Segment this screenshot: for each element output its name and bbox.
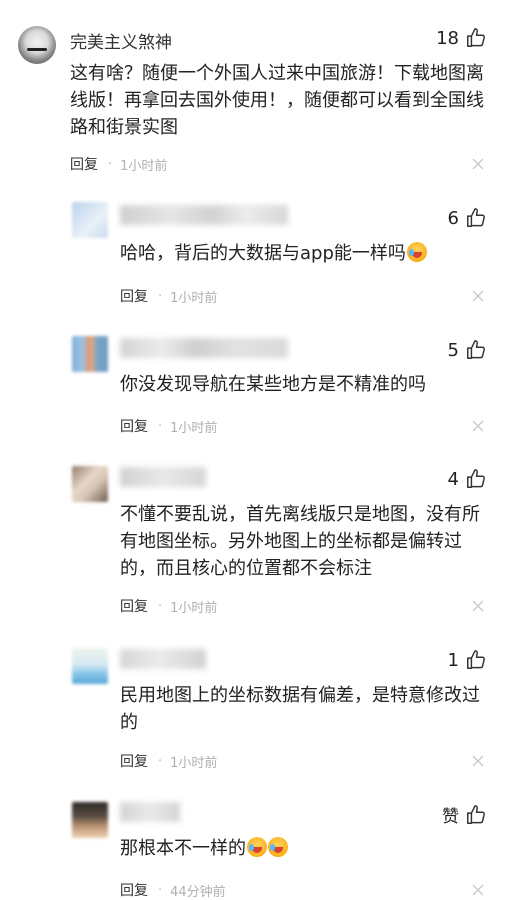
reply-button[interactable]: 回复 [120, 416, 148, 436]
thumbs-up-icon [467, 650, 485, 669]
close-icon[interactable] [472, 884, 484, 896]
thumbs-up-icon [467, 469, 485, 488]
avatar[interactable] [72, 202, 108, 238]
avatar[interactable] [72, 648, 108, 684]
like-label: 赞 [442, 807, 459, 827]
thumbs-up-icon [467, 208, 485, 227]
like-button[interactable]: 6 [448, 207, 487, 229]
avatar[interactable] [72, 336, 108, 372]
like-button[interactable]: 4 [448, 468, 487, 490]
timestamp: 1小时前 [170, 755, 218, 771]
thumbs-up-icon [467, 28, 485, 47]
separator-dot: · [158, 598, 163, 614]
timestamp: 1小时前 [170, 420, 218, 436]
close-icon[interactable] [472, 158, 484, 170]
reply-button[interactable]: 回复 [120, 880, 148, 900]
laughing-tears-emoji [406, 242, 427, 262]
username-blurred[interactable] [120, 205, 288, 225]
reply-button[interactable]: 回复 [120, 286, 148, 306]
separator-dot: · [158, 288, 163, 304]
like-count: 18 [436, 27, 459, 49]
separator-dot: · [158, 418, 163, 434]
username-blurred[interactable] [120, 338, 288, 358]
comment-text: 民用地图上的坐标数据有偏差，是特意修改过的 [120, 685, 480, 733]
timestamp: 1小时前 [170, 290, 218, 306]
thumbs-up-icon [467, 340, 485, 359]
username-blurred[interactable] [120, 467, 206, 487]
like-count: 4 [447, 468, 459, 490]
username[interactable]: 完美主义煞神 [70, 28, 172, 53]
comment-text: 哈哈，背后的大数据与app能一样吗 [120, 240, 490, 267]
like-count: 6 [447, 207, 459, 229]
comment-text: 你没发现导航在某些地方是不精准的吗 [120, 374, 426, 395]
laughing-tears-emoji [247, 837, 267, 857]
like-button[interactable]: 赞 [442, 802, 487, 827]
username-blurred[interactable] [120, 649, 206, 669]
thumbs-up-icon [467, 804, 485, 824]
like-button[interactable]: 1 [448, 649, 487, 671]
avatar[interactable] [18, 26, 56, 64]
username-blurred[interactable] [120, 802, 180, 822]
separator-dot: · [108, 156, 113, 172]
close-icon[interactable] [472, 755, 484, 767]
like-button[interactable]: 5 [448, 339, 487, 361]
close-icon[interactable] [472, 290, 484, 302]
separator-dot: · [158, 882, 163, 898]
timestamp: 1小时前 [120, 158, 168, 174]
avatar[interactable] [72, 466, 108, 502]
laughing-tears-emoji [268, 837, 288, 857]
reply-button[interactable]: 回复 [120, 596, 148, 616]
timestamp: 44分钟前 [170, 884, 226, 900]
avatar[interactable] [72, 802, 108, 838]
comment-text: 不懂不要乱说，首先离线版只是地图，没有所有地图坐标。另外地图上的坐标都是偏转过的… [120, 504, 480, 579]
comment-text: 这有啥？随便一个外国人过来中国旅游！下载地图离线版！再拿回去国外使用！，随便都可… [70, 63, 484, 138]
separator-dot: · [158, 753, 163, 769]
like-count: 1 [447, 649, 459, 671]
close-icon[interactable] [472, 420, 484, 432]
reply-button[interactable]: 回复 [120, 751, 148, 771]
like-count: 5 [447, 339, 459, 361]
close-icon[interactable] [472, 600, 484, 612]
comment-text: 那根本不一样的 [120, 835, 490, 862]
reply-button[interactable]: 回复 [70, 154, 98, 174]
like-button[interactable]: 18 [436, 27, 487, 49]
timestamp: 1小时前 [170, 600, 218, 616]
